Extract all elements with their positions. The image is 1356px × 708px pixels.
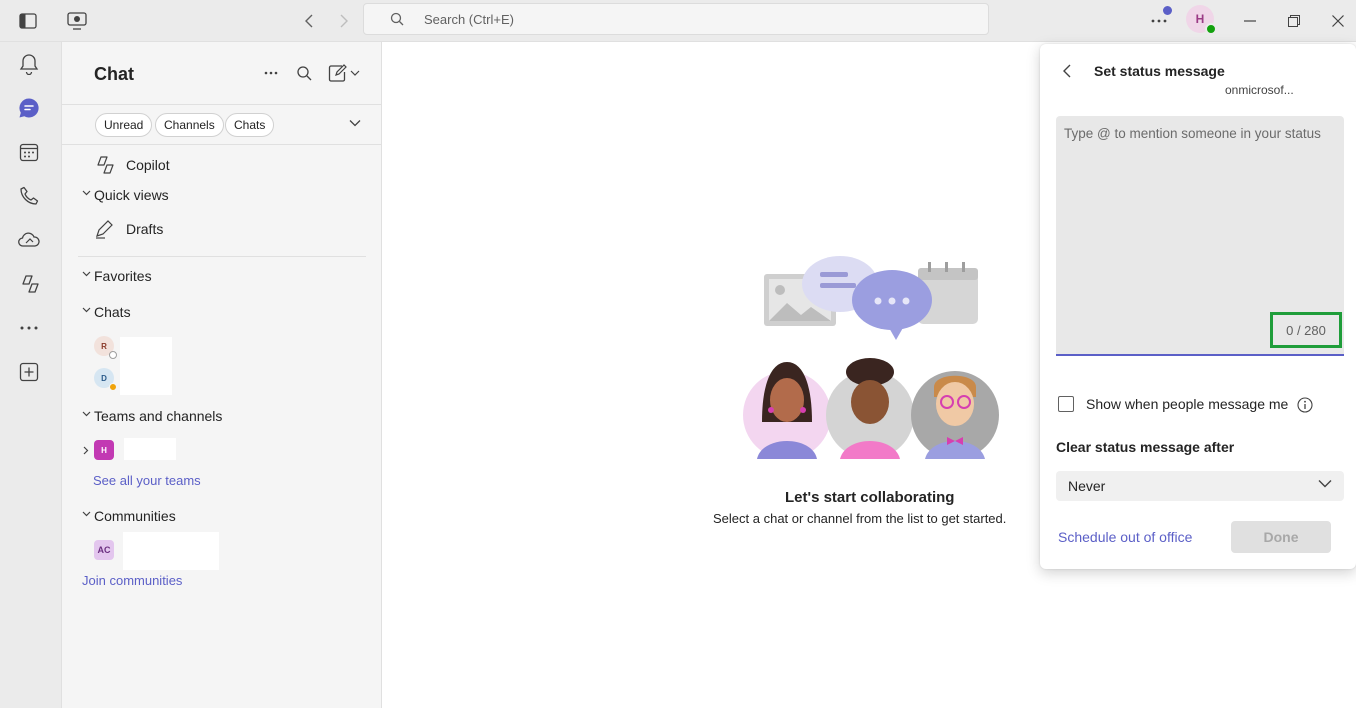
forward-icon[interactable] <box>331 9 355 33</box>
clear-after-label: Clear status message after <box>1056 439 1235 455</box>
filter-unread[interactable]: Unread <box>95 113 153 137</box>
filter-chats[interactable]: Chats <box>225 113 275 137</box>
close-icon[interactable] <box>1326 9 1350 33</box>
character-counter: 0 / 280 <box>1270 312 1342 348</box>
chevron-right-icon[interactable] <box>83 446 89 455</box>
back-icon[interactable] <box>298 9 322 33</box>
add-apps-icon[interactable] <box>17 360 41 384</box>
communities-header[interactable]: Communities <box>94 508 176 524</box>
avatar[interactable]: D <box>94 368 117 391</box>
app-rail <box>0 42 62 708</box>
chat-list-pane: Chat Unread Channels Chats Copilot Quick… <box>62 42 382 708</box>
favorites-header[interactable]: Favorites <box>94 268 152 284</box>
divider <box>78 256 366 257</box>
copilot-item[interactable]: Copilot <box>126 157 170 173</box>
account-domain: onmicrosof... <box>1225 83 1294 97</box>
avatar-initial: AC <box>97 545 111 555</box>
profile-avatar[interactable]: H <box>1186 5 1217 35</box>
show-when-row: Show when people message me <box>1058 396 1288 412</box>
back-icon[interactable] <box>1058 62 1076 80</box>
empty-state-subtitle: Select a chat or channel from the list t… <box>713 511 1007 526</box>
more-apps-icon[interactable] <box>17 316 41 340</box>
page-title: Chat <box>94 64 134 84</box>
avatar-initial: H <box>1195 12 1205 26</box>
popover-title: Set status message <box>1094 63 1225 79</box>
avatar[interactable]: R <box>94 336 117 359</box>
empty-state-title: Let's start collaborating <box>785 489 955 506</box>
chevron-down-icon[interactable] <box>82 411 91 417</box>
show-when-label: Show when people message me <box>1086 396 1289 412</box>
avatar-initial: R <box>101 341 107 351</box>
drafts-item[interactable]: Drafts <box>126 221 163 237</box>
filter-bar: Unread Channels Chats <box>62 104 382 145</box>
redacted-community-name <box>123 532 219 570</box>
chevron-down-icon[interactable] <box>82 271 91 277</box>
drafts-icon <box>94 219 114 239</box>
chevron-down-icon[interactable] <box>82 307 91 313</box>
chevron-down-icon[interactable] <box>349 119 361 127</box>
teams-and-channels-header[interactable]: Teams and channels <box>94 408 222 424</box>
chat-icon[interactable] <box>17 96 41 120</box>
chevron-down-icon[interactable] <box>82 511 91 517</box>
avatar-initial: D <box>101 373 107 383</box>
schedule-out-of-office-link[interactable]: Schedule out of office <box>1058 529 1192 545</box>
copilot-icon[interactable] <box>17 272 41 296</box>
chevron-down-icon[interactable] <box>82 190 91 196</box>
chats-header[interactable]: Chats <box>94 304 131 320</box>
collaboration-illustration <box>742 252 1002 462</box>
join-communities-link[interactable]: Join communities <box>82 573 182 588</box>
calls-icon[interactable] <box>17 184 41 208</box>
onedrive-icon[interactable] <box>17 228 41 252</box>
title-bar: Search (Ctrl+E) H <box>0 0 1356 42</box>
clear-after-value: Never <box>1068 478 1106 494</box>
team-avatar[interactable]: H <box>94 440 114 460</box>
calendar-icon[interactable] <box>17 140 41 164</box>
community-avatar[interactable]: AC <box>94 540 114 560</box>
set-status-popover: Set status message onmicrosof... 0 / 280… <box>1040 44 1356 569</box>
redacted-team-name <box>124 438 176 460</box>
presence-offline-icon <box>109 351 117 359</box>
search-input[interactable]: Search (Ctrl+E) <box>363 3 989 35</box>
chevron-down-icon <box>1318 479 1332 488</box>
search-placeholder: Search (Ctrl+E) <box>424 12 514 27</box>
copilot-icon <box>94 155 114 175</box>
minimize-icon[interactable] <box>1238 9 1262 33</box>
status-message-field[interactable]: 0 / 280 <box>1056 116 1344 356</box>
done-button[interactable]: Done <box>1231 521 1331 553</box>
search-icon[interactable] <box>296 65 312 81</box>
search-icon <box>390 12 404 26</box>
presence-away-icon <box>109 383 117 391</box>
notification-dot <box>1163 6 1172 15</box>
clear-after-dropdown[interactable]: Never <box>1056 471 1344 501</box>
presence-available-icon <box>1205 23 1217 35</box>
avatar-initial: H <box>101 445 107 455</box>
info-icon[interactable] <box>1297 397 1313 413</box>
filter-channels[interactable]: Channels <box>155 113 224 137</box>
restore-icon[interactable] <box>1282 9 1306 33</box>
more-options-icon[interactable] <box>264 71 278 75</box>
new-chat-icon[interactable] <box>328 64 360 82</box>
show-when-checkbox[interactable] <box>1058 396 1074 412</box>
status-message-input[interactable] <box>1056 116 1344 316</box>
device-icon[interactable] <box>65 9 89 33</box>
quick-views-header[interactable]: Quick views <box>94 187 169 203</box>
redacted-chat-names <box>120 337 172 395</box>
sidebar-toggle-icon[interactable] <box>16 9 40 33</box>
bell-icon[interactable] <box>17 52 41 76</box>
see-all-teams-link[interactable]: See all your teams <box>93 473 201 488</box>
